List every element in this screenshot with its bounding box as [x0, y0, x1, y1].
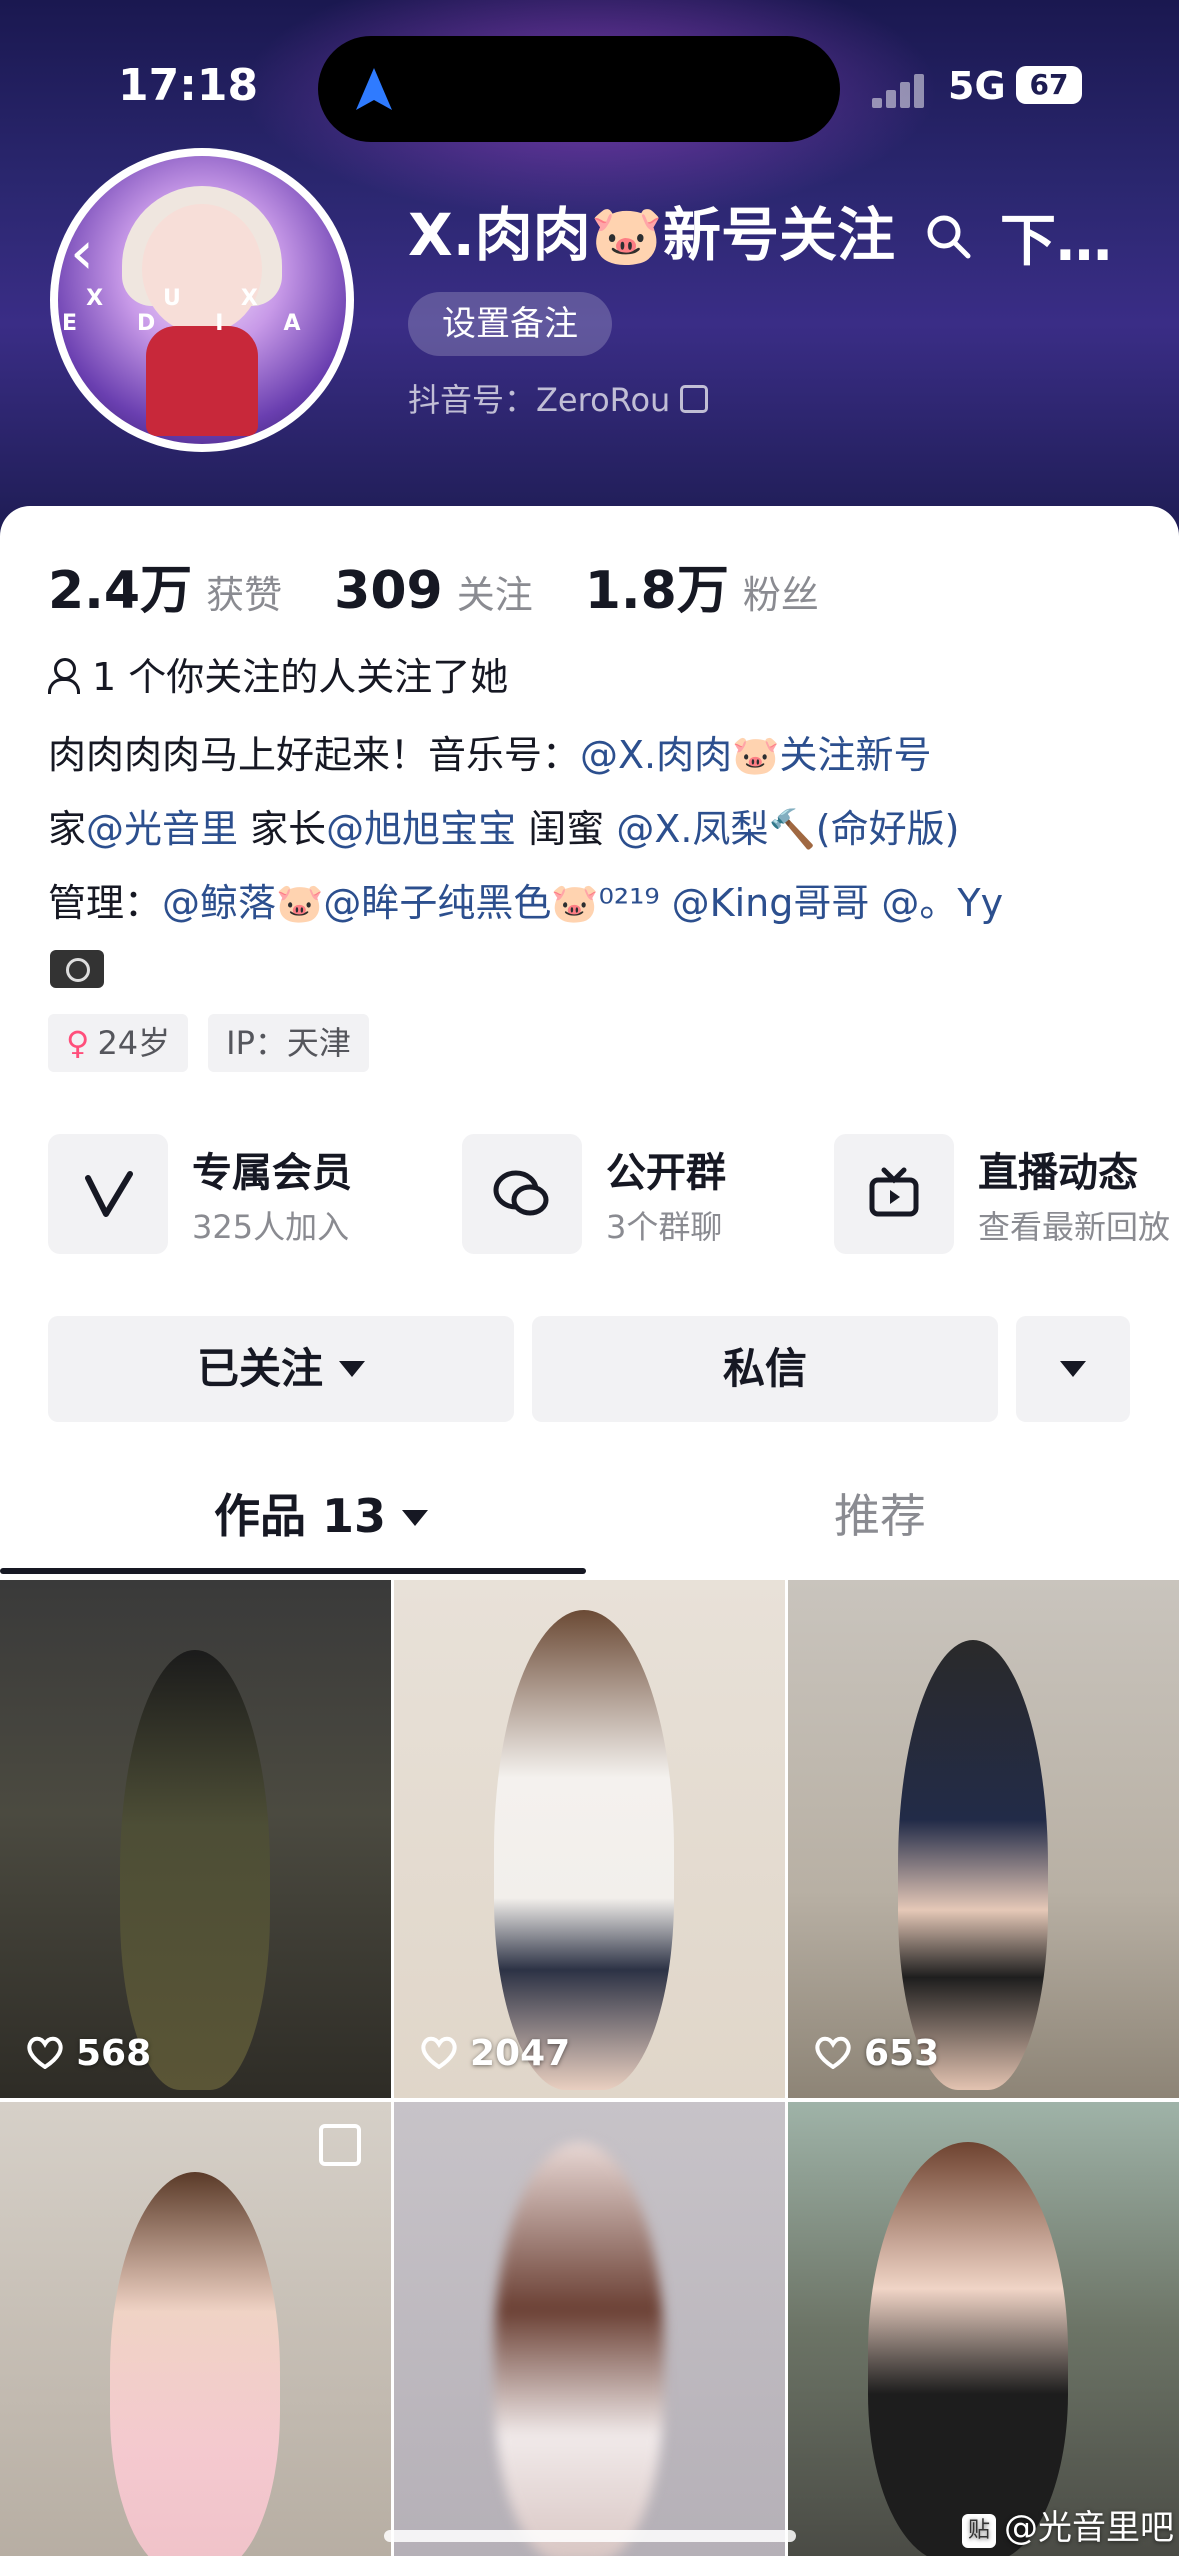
copy-icon[interactable]: [680, 385, 709, 413]
watermark: 贴 @光音里吧: [962, 2500, 1174, 2549]
post-item[interactable]: [394, 2102, 785, 2556]
bio-text-1: 肉肉肉肉马上好起来！音乐号：: [48, 733, 581, 777]
bio-text-2c: 闺蜜: [528, 807, 605, 851]
home-indicator[interactable]: [384, 2530, 796, 2542]
post-item[interactable]: 568: [0, 1580, 391, 2098]
feature-row: 专属会员 325人加入 公开群 3个群聊 直播动态 查看最新回放: [48, 1134, 1179, 1264]
membership-icon: [48, 1134, 168, 1254]
caret-down-icon: [339, 1361, 365, 1377]
tab-works[interactable]: 作品 13: [214, 1480, 429, 1546]
live-title: 直播动态: [978, 1150, 1138, 1196]
avatar[interactable]: XUX EDIA: [50, 148, 354, 452]
navigation-arrow-icon: [356, 68, 392, 110]
following-count[interactable]: 309: [334, 561, 443, 621]
post-likes: 653: [814, 2033, 939, 2074]
bio-line-2: 家@光音里 家长@旭旭宝宝 闺蜜 @X.凤梨🔨(命好版): [48, 798, 959, 853]
post-item[interactable]: [0, 2102, 391, 2556]
heart-icon: [815, 2036, 851, 2069]
person-icon: [48, 658, 80, 694]
camera-icon: [50, 950, 104, 988]
ip-tag: IP：天津: [208, 1014, 369, 1072]
post-likes: 568: [26, 2033, 151, 2074]
multi-image-icon: [319, 2124, 361, 2166]
douyin-id: 抖音号：ZeroRou: [408, 375, 709, 421]
post-item[interactable]: 653: [788, 1580, 1179, 2098]
post-likes-count: 568: [76, 2033, 152, 2074]
avatar-text: XUX EDIA: [62, 286, 346, 336]
followed-label: 已关注: [196, 1344, 323, 1393]
tieba-icon: 贴: [962, 2514, 996, 2548]
bio-link-friend[interactable]: @X.凤梨🔨(命好版): [616, 807, 959, 851]
following-label[interactable]: 关注: [457, 564, 533, 619]
likes-label: 获赞: [206, 573, 283, 617]
watermark-text: @光音里吧: [1004, 2508, 1174, 2548]
douyin-id-text: 抖音号：ZeroRou: [408, 381, 671, 419]
membership-title: 专属会员: [192, 1150, 352, 1196]
set-remark-button[interactable]: 设置备注: [408, 292, 612, 356]
chevron-down-icon: [1060, 1361, 1086, 1377]
bio-link-parent[interactable]: @旭旭宝宝: [326, 807, 516, 851]
live-sub: 查看最新回放: [978, 1208, 1171, 1246]
age-text: 24岁: [97, 1024, 171, 1062]
bio-line-1: 肉肉肉肉马上好起来！音乐号：@X.肉肉🐷关注新号: [48, 724, 931, 779]
caret-down-icon: [402, 1510, 429, 1526]
feature-public-group[interactable]: 公开群 3个群聊: [462, 1134, 822, 1254]
search-icon[interactable]: [924, 212, 972, 260]
feature-membership[interactable]: 专属会员 325人加入: [48, 1134, 438, 1254]
back-icon[interactable]: ‹: [70, 218, 94, 288]
stats-row: 2.4万 获赞 309 关注 1.8万 粉丝: [48, 548, 871, 623]
bio-link-music[interactable]: @X.肉肉🐷关注新号: [580, 733, 931, 777]
tv-icon: [834, 1134, 954, 1254]
likes-count: 2.4万: [48, 561, 193, 621]
dynamic-island: [318, 36, 840, 142]
status-bar: 17:18 5G 67: [0, 0, 1179, 160]
chat-icon: [462, 1134, 582, 1254]
post-item[interactable]: 2047: [394, 1580, 785, 2098]
signal-icon: [872, 72, 932, 108]
bio-text-2b: 家长: [250, 807, 327, 851]
post-likes: 2047: [420, 2033, 570, 2074]
bio-text-3a: 管理：: [48, 881, 163, 925]
content-tabs: 作品 13 推荐: [0, 1470, 1179, 1574]
battery-icon: 67: [1016, 66, 1082, 104]
bio-link-family[interactable]: @光音里: [86, 807, 238, 851]
followers-label[interactable]: 粉丝: [743, 564, 819, 619]
message-button[interactable]: 私信: [532, 1316, 998, 1422]
bio-line-3: 管理：@鲸落🐷@眸子纯黑色🐷⁰²¹⁹ @King哥哥 @。Yy: [48, 872, 1003, 927]
post-likes-count: 653: [864, 2033, 940, 2074]
mutual-follow-line[interactable]: 1 个你关注的人关注了她: [48, 646, 508, 701]
age-tag: ♀ 24岁: [48, 1014, 189, 1072]
tab-indicator: [0, 1568, 586, 1574]
profile-tags: ♀ 24岁 IP：天津: [48, 1014, 369, 1072]
network-type: 5G: [948, 64, 1006, 108]
bio-text-2a: 家: [48, 807, 87, 851]
post-likes-count: 2047: [470, 2033, 571, 2074]
mutual-follow-text: 1 个你关注的人关注了她: [92, 655, 509, 699]
group-title: 公开群: [606, 1150, 726, 1196]
bio-link-admins[interactable]: @鲸落🐷@眸子纯黑色🐷⁰²¹⁹ @King哥哥 @。Yy: [162, 881, 1003, 925]
more-options-button[interactable]: [1016, 1316, 1130, 1422]
feature-live-updates[interactable]: 直播动态 查看最新回放: [834, 1134, 1179, 1254]
tab-recommend[interactable]: 推荐: [834, 1480, 926, 1546]
more-icon[interactable]: 下…: [1000, 196, 1112, 277]
post-item[interactable]: [788, 2102, 1179, 2556]
followed-button[interactable]: 已关注: [48, 1316, 514, 1422]
tab-works-label: 作品 13: [214, 1489, 387, 1543]
female-icon: ♀: [66, 1024, 90, 1062]
followers-count[interactable]: 1.8万: [585, 548, 729, 623]
profile-nickname: X.肉肉🐷新号关注: [408, 201, 895, 269]
group-sub: 3个群聊: [606, 1208, 723, 1246]
heart-icon: [421, 2036, 457, 2069]
heart-icon: [27, 2036, 63, 2069]
membership-sub: 325人加入: [192, 1208, 350, 1246]
post-grid: 568 2047 653: [0, 1580, 1179, 2556]
status-time: 17:18: [118, 60, 259, 111]
